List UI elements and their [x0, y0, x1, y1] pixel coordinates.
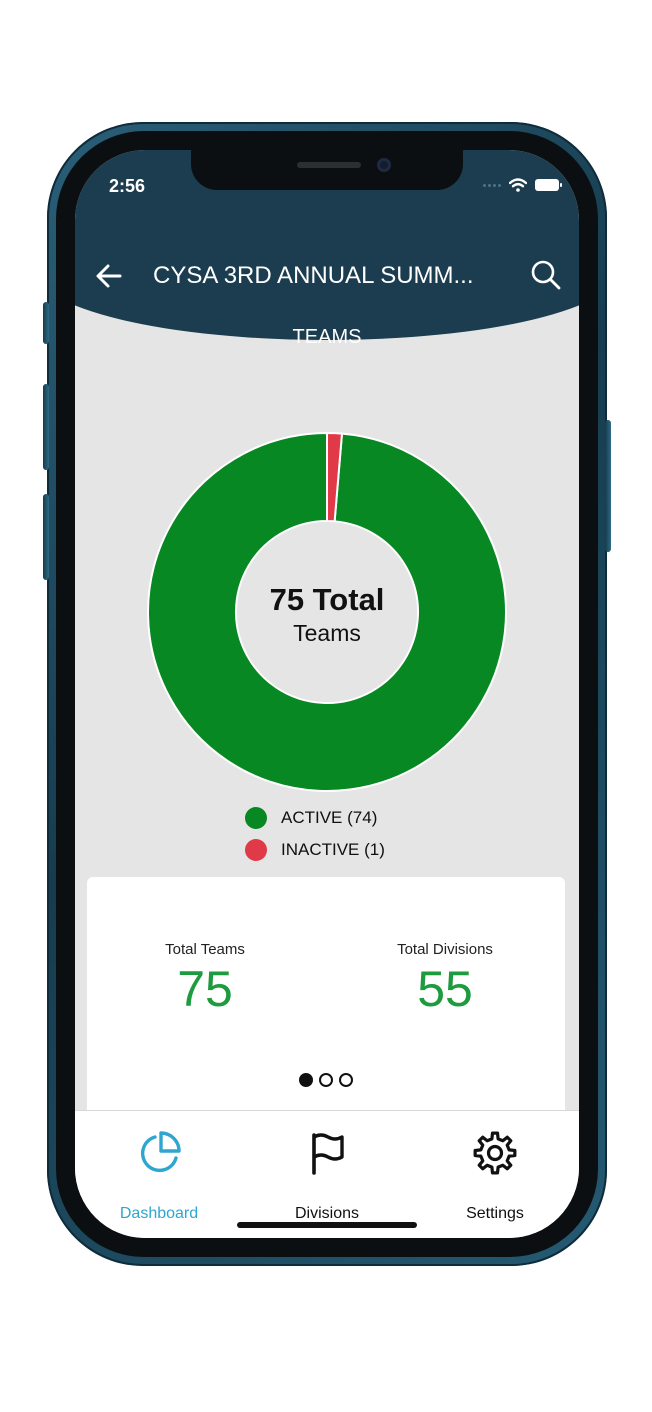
cellular-signal-icon — [483, 183, 501, 187]
legend-dot-inactive — [245, 839, 267, 861]
page-dot-1[interactable] — [299, 1073, 313, 1087]
tab-label: Settings — [466, 1205, 524, 1222]
wifi-icon — [509, 178, 527, 192]
app-screen: 2:56 CYSA 3RD ANNUAL SUMM... TEAMS 75 To… — [75, 150, 579, 1238]
volume-up-button — [43, 384, 49, 470]
page-indicator — [87, 1073, 565, 1087]
search-icon — [531, 260, 561, 290]
home-indicator — [237, 1222, 417, 1228]
gear-icon — [473, 1131, 517, 1175]
page-dot-3[interactable] — [339, 1073, 353, 1087]
legend-dot-active — [245, 807, 267, 829]
stat-label: Total Divisions — [397, 941, 493, 958]
arrow-left-icon — [96, 264, 122, 288]
back-button[interactable] — [93, 260, 125, 292]
tab-divisions[interactable]: Divisions — [243, 1111, 411, 1238]
phone-frame: 2:56 CYSA 3RD ANNUAL SUMM... TEAMS 75 To… — [43, 122, 611, 1266]
search-button[interactable] — [529, 258, 563, 292]
nav-bar: CYSA 3RD ANNUAL SUMM... — [75, 252, 579, 298]
chart-legend: ACTIVE (74) INACTIVE (1) — [245, 802, 385, 866]
tab-dashboard[interactable]: Dashboard — [75, 1111, 243, 1238]
chart-subtitle: Teams — [293, 620, 361, 646]
bottom-tab-bar: Dashboard Divisions Settings — [75, 1110, 579, 1238]
stat-value: 55 — [417, 961, 473, 1017]
front-camera — [377, 158, 391, 172]
pie-chart-icon — [141, 1131, 181, 1172]
status-icons — [483, 178, 562, 192]
legend-label: INACTIVE (1) — [281, 840, 385, 859]
chart-total: 75 Total — [269, 582, 385, 617]
power-button — [605, 420, 611, 552]
status-time: 2:56 — [109, 176, 146, 196]
speaker-grille — [297, 162, 361, 168]
flag-icon — [312, 1133, 344, 1175]
tab-settings[interactable]: Settings — [411, 1111, 579, 1238]
page-title: CYSA 3RD ANNUAL SUMM... — [153, 262, 474, 289]
stat-total-divisions: Total Divisions 55 — [345, 941, 545, 1018]
tab-label: Dashboard — [119, 1205, 199, 1222]
mute-switch — [43, 302, 49, 344]
teams-donut-chart: 75 Total Teams — [147, 431, 507, 792]
legend-item-active: ACTIVE (74) — [245, 802, 385, 834]
battery-icon — [535, 179, 562, 191]
section-title: TEAMS — [292, 326, 362, 348]
tab-label: Divisions — [294, 1205, 359, 1222]
stat-total-teams: Total Teams 75 — [105, 941, 305, 1018]
volume-down-button — [43, 494, 49, 580]
legend-label: ACTIVE (74) — [281, 808, 378, 827]
notch — [191, 150, 463, 190]
page-dot-2[interactable] — [319, 1073, 333, 1087]
donut-center-label: 75 Total Teams — [147, 582, 507, 647]
stat-value: 75 — [177, 961, 233, 1017]
legend-item-inactive: INACTIVE (1) — [245, 834, 385, 866]
stat-label: Total Teams — [165, 941, 245, 958]
